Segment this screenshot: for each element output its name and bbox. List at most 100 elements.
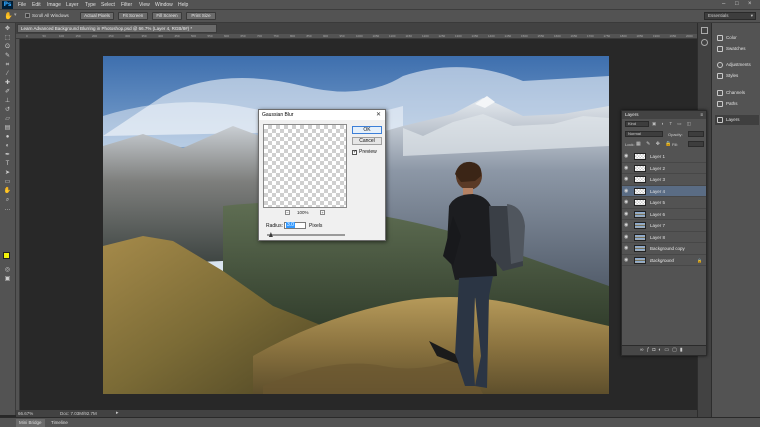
layer-row[interactable]: ◉ Layer 1 [622,151,706,163]
menu-file[interactable]: File [18,2,26,8]
quick-mask-icon[interactable]: ◎ [3,267,12,274]
ok-button[interactable]: OK [352,126,382,134]
tool-preset-chevron-icon[interactable]: ▾ [14,12,17,18]
hand-tool-icon[interactable]: ✋ [3,188,12,195]
layer-row[interactable]: ◉ Layer 2 [622,163,706,174]
eye-visibility-icon[interactable]: ◉ [624,197,628,208]
crop-tool-icon[interactable]: ⌗ [3,62,12,69]
layer-row[interactable]: ◉ Layer 4 [622,185,706,197]
shape-tool-icon[interactable]: ▭ [3,179,12,186]
properties-panel-icon[interactable] [701,39,708,46]
layer-row[interactable]: ◉ Layer 5 [622,197,706,209]
layer-filter-icons[interactable]: ▣ ◐ T ▭ ◫ [652,121,693,127]
blend-mode-select[interactable]: Normal [625,131,663,137]
layer-row[interactable]: ◉ Layer 8 [622,232,706,243]
close-icon[interactable]: ✕ [376,111,381,118]
eraser-tool-icon[interactable]: ▱ [3,116,12,123]
color-panel-tab[interactable]: Color [715,33,759,43]
minimize-icon[interactable]: – [722,1,725,7]
eyedropper-tool-icon[interactable]: ⁄ [3,71,12,78]
status-menu-arrow-icon[interactable]: ▸ [116,410,119,416]
menu-view[interactable]: View [139,2,150,8]
dodge-tool-icon[interactable]: ◐ [3,143,12,150]
blur-tool-icon[interactable]: ● [3,134,12,141]
more-tools-icon[interactable]: … [3,206,12,213]
document-size-info[interactable]: Doc: 7.03M/92.7M [60,411,97,416]
zoom-in-button[interactable]: + [320,210,325,215]
menu-filter[interactable]: Filter [121,2,132,8]
clone-stamp-tool-icon[interactable]: ⊥ [3,98,12,105]
eye-visibility-icon[interactable]: ◉ [624,163,628,174]
opacity-input[interactable] [688,131,704,137]
eye-visibility-icon[interactable]: ◉ [624,186,628,197]
eye-visibility-icon[interactable]: ◉ [624,209,628,220]
type-tool-icon[interactable]: T [3,161,12,168]
hand-tool-icon[interactable]: ✋ [4,12,13,20]
layers-panel-header[interactable]: Layers ≡ [622,111,706,119]
channels-panel-tab[interactable]: Channels [715,88,759,98]
filter-preview-pane[interactable] [263,124,347,208]
gradient-tool-icon[interactable]: ▤ [3,125,12,132]
menu-image[interactable]: Image [47,2,61,8]
workspace-switcher[interactable]: Essentials ▾ [704,12,756,20]
layer-kind-filter[interactable]: Kind [625,121,649,127]
print-size-button[interactable]: Print Size [186,12,216,20]
eye-visibility-icon[interactable]: ◉ [624,255,628,266]
layer-row[interactable]: ◉ Layer 6 [622,209,706,220]
screen-mode-icon[interactable]: ▣ [3,276,12,283]
fill-input[interactable] [688,141,704,147]
pen-tool-icon[interactable]: ✒ [3,152,12,159]
maximize-icon[interactable]: □ [735,1,739,7]
brush-tool-icon[interactable]: ✐ [3,89,12,96]
eye-visibility-icon[interactable]: ◉ [624,232,628,243]
lasso-tool-icon[interactable]: ʘ [3,44,12,51]
layer-row[interactable]: ◉ Layer 7 [622,220,706,232]
menu-layer[interactable]: Layer [66,2,79,8]
zoom-level-field[interactable]: 66.67% [18,411,33,416]
styles-panel-tab[interactable]: Styles [715,71,759,81]
menu-window[interactable]: Window [155,2,173,8]
eye-visibility-icon[interactable]: ◉ [624,220,628,231]
radius-input[interactable]: 3.0 [284,222,306,229]
preview-checkbox[interactable]: ✓ [352,150,357,155]
scroll-all-windows-checkbox[interactable] [25,13,30,18]
mini-bridge-tab[interactable]: Mini Bridge [16,419,45,427]
zoom-out-button[interactable]: − [285,210,290,215]
trash-icon[interactable]: ▮ [680,347,686,353]
foreground-color-swatch[interactable] [3,252,10,259]
close-window-icon[interactable]: × [748,1,752,7]
link-layers-icon[interactable]: ∞ [640,347,647,353]
eye-visibility-icon[interactable]: ◉ [624,243,628,254]
move-tool-icon[interactable]: ✥ [3,26,12,33]
fill-screen-button[interactable]: Fill Screen [152,12,182,20]
lock-icons[interactable]: ▦ ✎ ✥ 🔒 [636,141,674,147]
layers-panel-tab[interactable]: Layers [715,115,759,125]
menu-select[interactable]: Select [101,2,115,8]
healing-brush-tool-icon[interactable]: ✚ [3,80,12,87]
menu-help[interactable]: Help [178,2,188,8]
eye-visibility-icon[interactable]: ◉ [624,151,628,162]
timeline-tab[interactable]: Timeline [48,419,71,427]
panel-menu-icon[interactable]: ≡ [700,111,703,119]
path-select-tool-icon[interactable]: ➤ [3,170,12,177]
layer-row[interactable]: ◉ Background copy [622,243,706,255]
cancel-button[interactable]: Cancel [352,137,382,145]
fit-screen-button[interactable]: Fit Screen [118,12,148,20]
layer-row[interactable]: ◉ Background 🔒 [622,255,706,266]
radius-slider-track[interactable] [267,234,345,236]
document-tab[interactable]: Learn Advanced Background Blurring in Ph… [17,24,217,33]
menu-edit[interactable]: Edit [32,2,41,8]
quick-select-tool-icon[interactable]: ✎ [3,53,12,60]
adjustments-panel-tab[interactable]: Adjustments [715,60,759,70]
layer-row[interactable]: ◉ Layer 3 [622,174,706,186]
paths-panel-tab[interactable]: Paths [715,99,759,109]
history-panel-icon[interactable] [701,27,708,34]
zoom-tool-icon[interactable]: ⌕ [3,197,12,204]
eye-visibility-icon[interactable]: ◉ [624,174,628,185]
new-layer-icon[interactable]: ▢ [672,347,680,353]
swatches-panel-tab[interactable]: Swatches [715,44,759,54]
actual-pixels-button[interactable]: Actual Pixels [80,12,114,20]
group-folder-icon[interactable]: ▭ [664,347,672,353]
history-brush-tool-icon[interactable]: ↺ [3,107,12,114]
menu-type[interactable]: Type [85,2,96,8]
